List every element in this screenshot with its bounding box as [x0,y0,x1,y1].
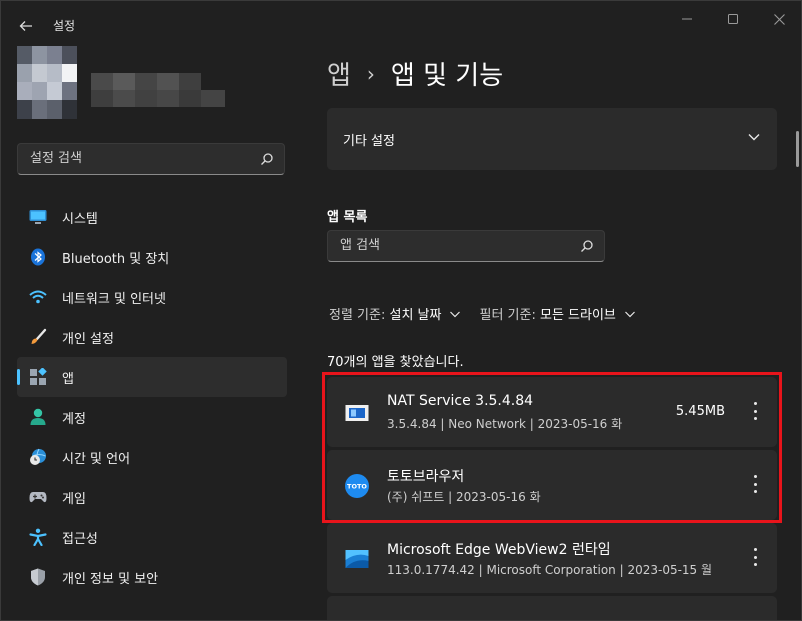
sidebar-item-accounts[interactable]: 계정 [17,397,287,437]
sidebar-item-label: 앱 [62,371,74,387]
brush-icon [28,327,48,347]
sidebar-item-label: 계정 [62,411,86,427]
app-list-title: 앱 목록 [327,210,368,225]
settings-window: 설정 설정 검색 시스템 Bluetooth 및 장치 네트워크 및 인터넷 개… [0,0,802,621]
sidebar-nav: 시스템 Bluetooth 및 장치 네트워크 및 인터넷 개인 설정 앱 계정… [17,197,287,597]
sidebar-item-gaming[interactable]: 게임 [17,477,287,517]
clock-globe-icon [28,447,48,467]
breadcrumb: 앱 › 앱 및 기능 [327,55,503,92]
chevron-down-icon [748,134,760,141]
app-row-edge-webview2[interactable]: Microsoft Edge WebView2 런타임 113.0.1774.4… [327,523,777,593]
arrow-left-icon [19,21,32,31]
sidebar-item-bluetooth[interactable]: Bluetooth 및 장치 [17,237,287,277]
other-settings-label: 기타 설정 [343,134,395,149]
chevron-down-icon[interactable] [449,308,461,320]
sort-value: 설치 날짜 [389,308,442,323]
minimize-icon [682,18,692,20]
sidebar-item-apps[interactable]: 앱 [17,357,287,397]
sidebar-item-label: 네트워크 및 인터넷 [62,291,166,307]
app-name: Microsoft Edge WebView2 런타임 [387,542,611,558]
avatar[interactable] [17,46,77,119]
back-button[interactable] [13,13,39,39]
more-options-button[interactable] [751,548,759,566]
app-count: 70개의 앱을 찾았습니다. [327,355,464,370]
wifi-icon [28,287,48,307]
settings-search-input[interactable] [30,151,250,166]
breadcrumb-separator: › [366,61,375,86]
sidebar-item-network[interactable]: 네트워크 및 인터넷 [17,277,287,317]
filter-dropdown[interactable]: 필터 기준: 모든 드라이브 [479,304,615,323]
sidebar-item-label: 접근성 [62,531,98,547]
settings-search-box[interactable] [17,143,285,175]
shield-icon [28,567,48,587]
search-icon[interactable] [580,239,594,253]
accessibility-icon [28,527,48,547]
breadcrumb-parent[interactable]: 앱 [327,55,351,92]
search-icon[interactable] [260,152,274,166]
sidebar-item-privacy-security[interactable]: 개인 정보 및 보안 [17,557,287,597]
maximize-button[interactable] [713,9,753,29]
apps-icon [28,367,48,387]
sidebar-item-label: 게임 [62,491,86,507]
app-row-partial[interactable] [327,596,777,620]
sidebar-item-label: 개인 설정 [62,331,114,347]
app-search-box[interactable] [327,230,605,262]
account-icon [28,407,48,427]
other-settings-expander[interactable]: 기타 설정 [327,108,777,170]
app-meta: 113.0.1774.42 | Microsoft Corporation | … [387,563,713,577]
title-bar: 설정 [1,1,801,49]
sort-filter-bar: 정렬 기준: 설치 날짜 필터 기준: 모든 드라이브 [329,304,654,323]
close-icon [773,13,785,25]
bluetooth-icon [28,247,48,267]
minimize-button[interactable] [667,9,707,29]
filter-value: 모든 드라이브 [539,308,616,323]
app-search-input[interactable] [340,238,560,253]
gamepad-icon [28,487,48,507]
sidebar-item-time-language[interactable]: 시간 및 언어 [17,437,287,477]
maximize-icon [728,14,738,24]
sidebar-item-label: 시간 및 언어 [62,451,131,467]
chevron-down-icon[interactable] [624,308,636,320]
sidebar-item-personalization[interactable]: 개인 설정 [17,317,287,357]
sidebar-item-label: 개인 정보 및 보안 [62,571,159,587]
page-title: 앱 및 기능 [390,61,504,91]
sidebar-item-system[interactable]: 시스템 [17,197,287,237]
filter-label: 필터 기준: [479,308,536,323]
scrollbar[interactable] [796,131,799,167]
edge-webview-icon [345,550,369,568]
highlight-box [322,372,782,523]
sidebar-item-label: Bluetooth 및 장치 [62,251,170,267]
system-icon [28,207,48,227]
sidebar-item-accessibility[interactable]: 접근성 [17,517,287,557]
close-button[interactable] [759,9,799,29]
profile-name-redacted [91,73,225,107]
app-title: 설정 [53,19,76,33]
sort-label: 정렬 기준: [329,308,386,323]
sort-dropdown[interactable]: 정렬 기준: 설치 날짜 [329,304,441,323]
sidebar-item-label: 시스템 [62,211,98,227]
